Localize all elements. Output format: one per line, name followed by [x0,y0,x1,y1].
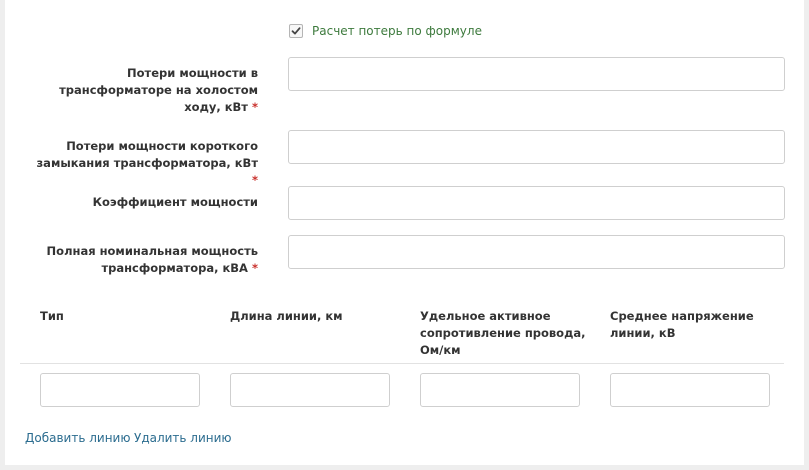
idle-losses-input[interactable] [288,57,785,91]
column-header-type: Тип [40,309,64,323]
formula-checkbox[interactable] [289,24,303,38]
line-length-input[interactable] [230,373,390,407]
required-marker: * [251,100,258,114]
field-label-power-factor: Коэффициент мощности [92,195,258,209]
voltage-input[interactable] [610,373,770,407]
column-header-resistance: Удельное активное сопротивление провода,… [420,309,586,357]
table-header-divider [20,363,784,364]
power-factor-input[interactable] [288,186,785,220]
short-circuit-losses-input[interactable] [288,130,785,164]
rated-power-input[interactable] [288,235,785,269]
add-line-link[interactable]: Добавить линию [25,431,130,445]
formula-checkbox-row[interactable]: Расчет потерь по формуле [289,22,482,40]
checkmark-icon [291,27,301,35]
required-marker: * [251,173,258,187]
column-header-voltage: Среднее напряжение линии, кВ [610,309,754,340]
field-label-idle-losses: Потери мощности в трансформаторе на холо… [59,66,258,114]
required-marker: * [251,261,258,275]
resistance-input[interactable] [420,373,580,407]
formula-checkbox-label[interactable]: Расчет потерь по формуле [312,24,482,38]
field-label-short-circuit-losses: Потери мощности короткого замыкания тран… [36,139,259,187]
line-type-input[interactable] [40,373,200,407]
column-header-line-length: Длина линии, км [230,309,343,323]
field-label-rated-power: Полная номинальная мощность трансформато… [46,244,258,275]
remove-line-link[interactable]: Удалить линию [134,431,232,445]
